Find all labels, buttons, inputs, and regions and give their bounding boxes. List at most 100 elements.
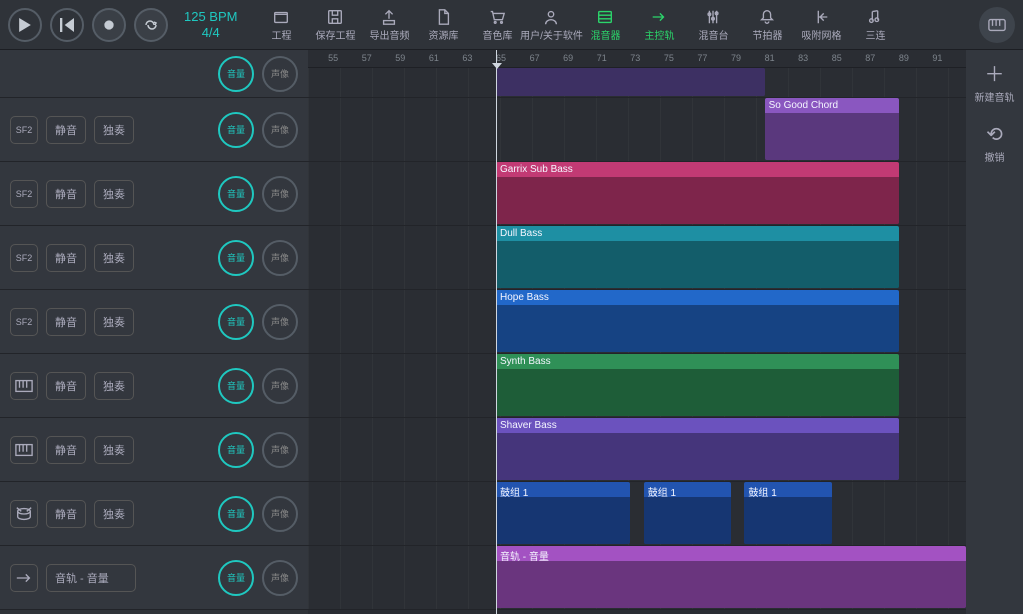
track-type-icon[interactable] [10,372,38,400]
cart-icon [488,7,506,27]
track-type-icon[interactable]: SF2 [10,244,38,272]
rewind-button[interactable] [50,8,84,42]
track-type-icon[interactable] [10,500,38,528]
ruler-tick: 63 [462,53,472,63]
bell-icon [758,7,776,27]
mute-button[interactable]: 静音 [46,308,86,336]
tempo-display[interactable]: 125 BPM 4/4 [184,9,237,40]
clip-title: So Good Chord [765,98,899,113]
solo-button[interactable]: 独奏 [94,116,134,144]
ruler-tick: 81 [765,53,775,63]
lane-8[interactable]: 音轨 - 音量 [308,546,966,610]
clip[interactable]: 鼓组 1 [744,482,831,544]
ruler-tick: 75 [664,53,674,63]
pan-knob[interactable]: 声像 [262,112,298,148]
tool-master[interactable]: 主控轨 [633,2,685,48]
keyboard-toggle[interactable] [979,7,1015,43]
track-type-icon[interactable]: SF2 [10,116,38,144]
mute-button[interactable]: 静音 [46,372,86,400]
pan-knob[interactable]: 声像 [262,368,298,404]
lane-0[interactable] [308,68,966,98]
track-type-icon[interactable]: SF2 [10,308,38,336]
volume-knob[interactable]: 音量 [218,560,254,596]
lane-4[interactable]: Hope Bass [308,290,966,354]
volume-knob[interactable]: 音量 [218,496,254,532]
clip[interactable]: Hope Bass [496,290,899,352]
timeline-area[interactable]: 5557596163656769717375777981838587899193… [308,50,966,614]
mute-button[interactable]: 静音 [46,500,86,528]
lane-7[interactable]: 鼓组 1鼓组 1鼓组 1 [308,482,966,546]
track-header-4: SF2 静音独奏 音量声像 [0,290,308,354]
pan-knob[interactable]: 声像 [262,56,298,92]
solo-button[interactable]: 独奏 [94,436,134,464]
clip[interactable] [496,68,765,96]
volume-knob[interactable]: 音量 [218,240,254,276]
track-header-0: 音量声像 [0,50,308,98]
tool-snap[interactable]: 吸附网格 [795,2,847,48]
clip[interactable]: Synth Bass [496,354,899,416]
solo-button[interactable]: 独奏 [94,244,134,272]
lane-1[interactable]: So Good Chord [308,98,966,162]
lane-6[interactable]: Shaver Bass [308,418,966,482]
volume-knob[interactable]: 音量 [218,304,254,340]
tool-save[interactable]: 保存工程 [309,2,361,48]
tool-browser[interactable]: 资源库 [417,2,469,48]
solo-button[interactable]: 独奏 [94,180,134,208]
clip[interactable]: Shaver Bass [496,418,899,480]
tool-mixer[interactable]: 混音器 [579,2,631,48]
track-label[interactable]: 音轨 - 音量 [46,564,136,592]
undo-button[interactable]: ⟲ 撤销 [985,122,1005,164]
ruler-tick: 59 [395,53,405,63]
ruler-tick: 57 [362,53,372,63]
tool-tempo[interactable]: 三连 [849,2,901,48]
solo-button[interactable]: 独奏 [94,500,134,528]
record-button[interactable] [92,8,126,42]
clip[interactable]: 鼓组 1 [496,482,630,544]
ruler-tick: 89 [899,53,909,63]
new-track-button[interactable]: ＋ 新建音轨 [975,58,1015,104]
pan-knob[interactable]: 声像 [262,432,298,468]
track-type-icon[interactable] [10,564,38,592]
clip[interactable]: Dull Bass [496,226,899,288]
solo-button[interactable]: 独奏 [94,308,134,336]
clip[interactable]: 鼓组 1 [644,482,731,544]
pan-knob[interactable]: 声像 [262,560,298,596]
track-type-icon[interactable]: SF2 [10,180,38,208]
timeline-ruler[interactable]: 5557596163656769717375777981838587899193 [308,50,966,68]
lane-3[interactable]: Dull Bass [308,226,966,290]
main-area: 音量声像SF2静音独奏音量声像SF2静音独奏音量声像SF2静音独奏音量声像SF2… [0,50,1023,614]
clip[interactable]: So Good Chord [765,98,899,160]
pan-knob[interactable]: 声像 [262,304,298,340]
solo-button[interactable]: 独奏 [94,372,134,400]
pan-knob[interactable]: 声像 [262,496,298,532]
tool-sounds[interactable]: 音色库 [471,2,523,48]
play-button[interactable] [8,8,42,42]
folder-icon [272,7,290,27]
pan-knob[interactable]: 声像 [262,240,298,276]
tool-project[interactable]: 工程 [255,2,307,48]
mute-button[interactable]: 静音 [46,436,86,464]
lane-2[interactable]: Garrix Sub Bass [308,162,966,226]
volume-knob[interactable]: 音量 [218,432,254,468]
mute-button[interactable]: 静音 [46,180,86,208]
volume-knob[interactable]: 音量 [218,368,254,404]
tool-export[interactable]: 导出音频 [363,2,415,48]
mute-button[interactable]: 静音 [46,244,86,272]
track-type-icon[interactable] [10,436,38,464]
tool-metronome[interactable]: 节拍器 [741,2,793,48]
ruler-tick: 55 [328,53,338,63]
tool-about[interactable]: 用户/关于软件 [525,2,577,48]
volume-knob[interactable]: 音量 [218,176,254,212]
tool-console[interactable]: 混音台 [687,2,739,48]
clip[interactable]: Garrix Sub Bass [496,162,899,224]
volume-knob[interactable]: 音量 [218,112,254,148]
volume-knob[interactable]: 音量 [218,56,254,92]
lane-5[interactable]: Synth Bass [308,354,966,418]
mute-button[interactable]: 静音 [46,116,86,144]
tracks-lanes: So Good Chord Garrix Sub BassDull BassHop… [308,68,966,610]
playhead[interactable] [496,50,497,614]
pan-knob[interactable]: 声像 [262,176,298,212]
loop-button[interactable] [134,8,168,42]
bpm-value: 125 BPM [184,9,237,25]
clip[interactable]: 音轨 - 音量 [496,546,966,608]
